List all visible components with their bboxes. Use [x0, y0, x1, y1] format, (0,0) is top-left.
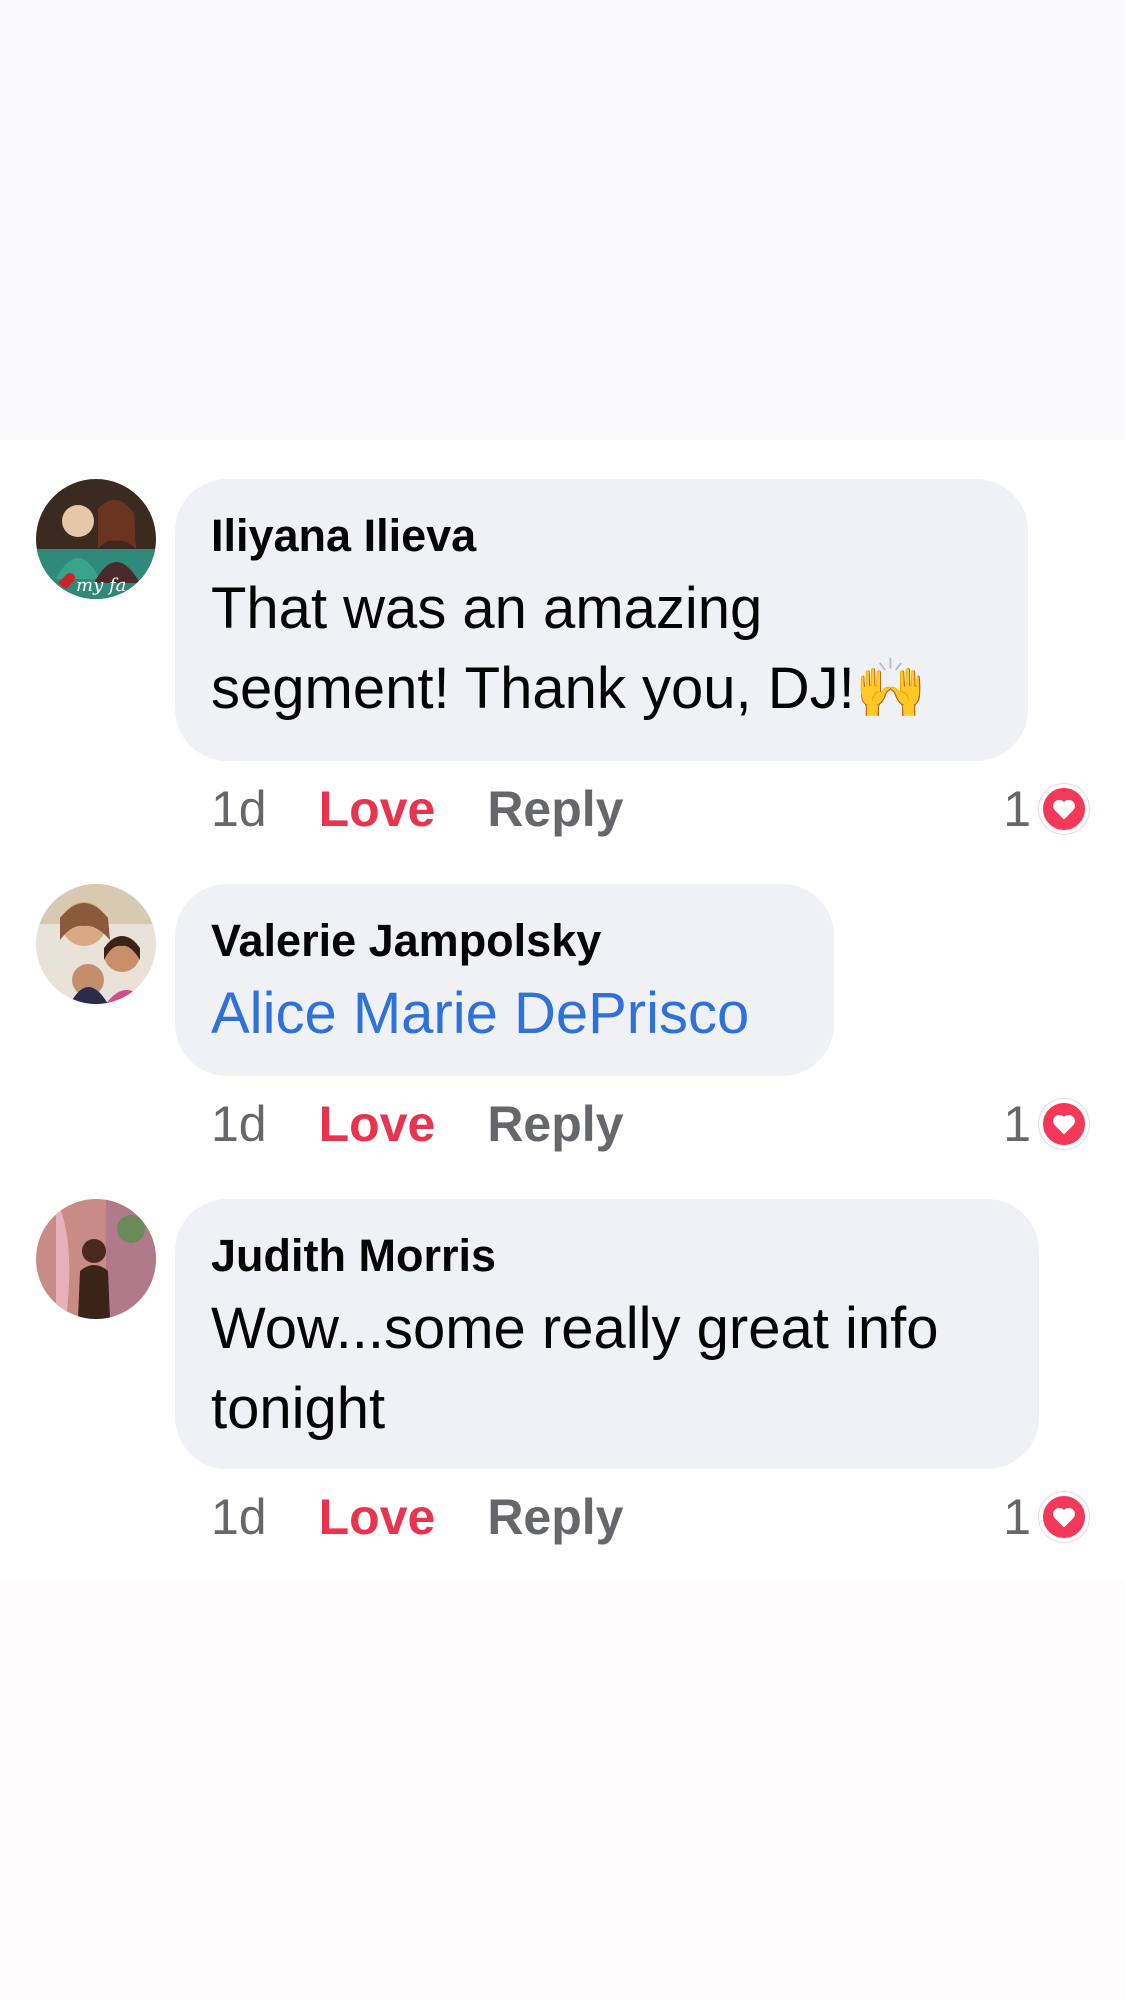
comment-time: 1d	[211, 1096, 267, 1152]
reply-button[interactable]: Reply	[487, 780, 623, 838]
comment-actions: 1d Love Reply	[211, 1487, 624, 1547]
comment-actions: 1d Love Reply	[211, 1094, 624, 1154]
comments-screen: my fa Iliyana Ilieva That was an amazing…	[0, 0, 1125, 2000]
reaction-count: 1	[1003, 781, 1031, 837]
avatar[interactable]	[36, 1199, 156, 1319]
comment-bubble[interactable]: Judith Morris Wow...some really great in…	[175, 1199, 1039, 1469]
love-button[interactable]: Love	[319, 780, 436, 838]
heart-icon	[1039, 1492, 1089, 1542]
reply-button[interactable]: Reply	[487, 1488, 623, 1546]
comment-actions: 1d Love Reply	[211, 779, 624, 839]
reply-button[interactable]: Reply	[487, 1095, 623, 1153]
reaction-summary[interactable]: 1	[1003, 779, 1089, 839]
heart-icon	[1039, 784, 1089, 834]
reaction-count: 1	[1003, 1096, 1031, 1152]
avatar[interactable]: my fa	[36, 479, 156, 599]
comment-author[interactable]: Iliyana Ilieva	[211, 509, 992, 563]
heart-icon	[1039, 1099, 1089, 1149]
comment-author[interactable]: Valerie Jampolsky	[211, 914, 798, 968]
mention-link[interactable]: Alice Marie DePrisco	[211, 974, 798, 1054]
comment-author[interactable]: Judith Morris	[211, 1229, 1003, 1283]
comment-time: 1d	[211, 1489, 267, 1545]
comment-text: Wow...some really great info tonight	[211, 1296, 939, 1441]
comment-bubble[interactable]: Iliyana Ilieva That was an amazing segme…	[175, 479, 1028, 761]
comment-bubble[interactable]: Valerie Jampolsky Alice Marie DePrisco	[175, 884, 834, 1076]
comment-text: That was an amazing segment! Thank you, …	[211, 576, 927, 721]
reaction-summary[interactable]: 1	[1003, 1487, 1089, 1547]
reaction-count: 1	[1003, 1489, 1031, 1545]
comment-time: 1d	[211, 781, 267, 837]
love-button[interactable]: Love	[319, 1488, 436, 1546]
avatar[interactable]	[36, 884, 156, 1004]
media-area	[0, 0, 1125, 440]
svg-text:my fa: my fa	[76, 575, 126, 596]
empty-area	[0, 1580, 1125, 2000]
reaction-summary[interactable]: 1	[1003, 1094, 1089, 1154]
love-button[interactable]: Love	[319, 1095, 436, 1153]
